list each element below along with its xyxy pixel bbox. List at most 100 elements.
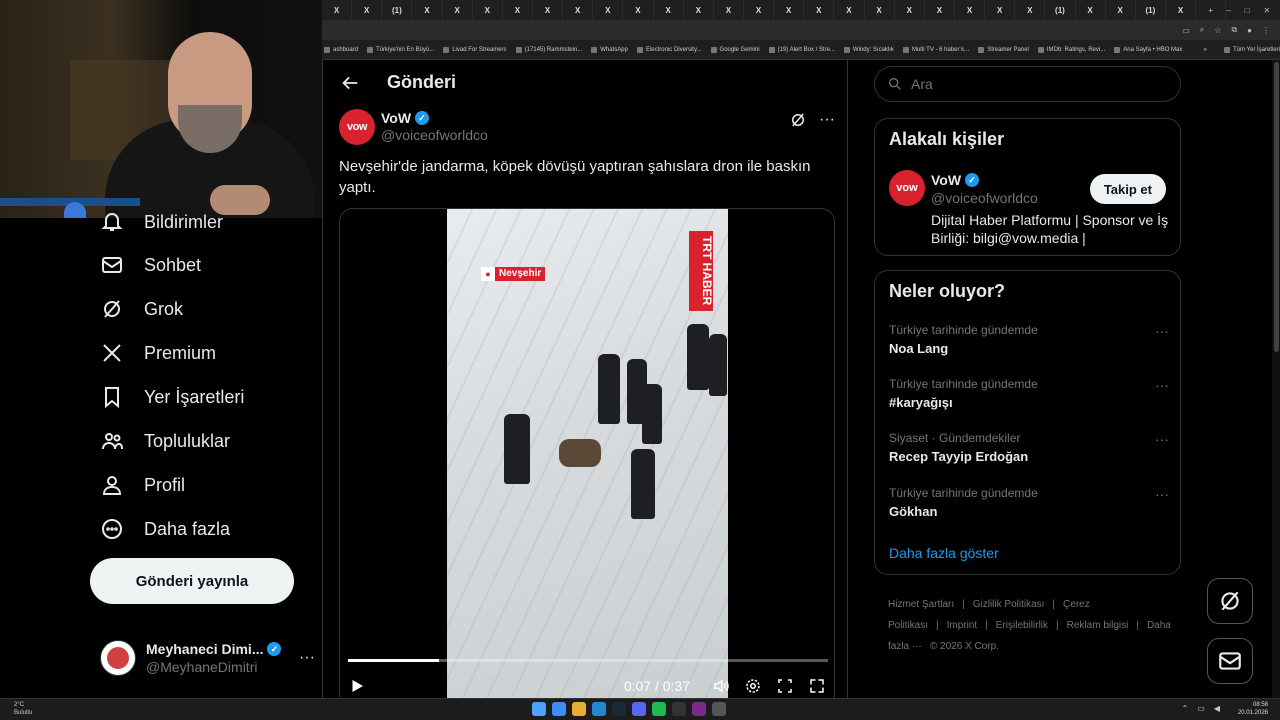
system-clock[interactable]: 08:58 20.01.2026 (1238, 701, 1268, 717)
grok-icon[interactable] (789, 111, 807, 129)
video-progress-bar[interactable] (348, 659, 828, 662)
trend-item[interactable]: Türkiye tarihinde gündemde Gökhan ··· (889, 486, 1169, 519)
search-input[interactable]: Ara (874, 66, 1181, 102)
cast-icon[interactable]: ▭ (1182, 26, 1190, 35)
messages-fab-button[interactable] (1207, 638, 1253, 684)
discord-icon[interactable] (632, 702, 646, 716)
weather-widget[interactable]: 2°C Bulutlu (14, 701, 32, 717)
avatar[interactable]: vow (889, 170, 925, 206)
obs-icon[interactable] (712, 702, 726, 716)
edge-icon[interactable] (592, 702, 606, 716)
picture-in-picture-icon[interactable] (774, 675, 796, 697)
network-icon[interactable]: ▭ (1197, 704, 1205, 713)
browser-tab[interactable]: X (1166, 0, 1197, 20)
nav-item-profile[interactable]: Profil (100, 473, 185, 497)
volume-icon[interactable] (710, 675, 732, 697)
browser-tab[interactable]: X (1076, 0, 1106, 20)
nav-item-communities[interactable]: Topluluklar (100, 429, 230, 453)
footer-link[interactable]: Erişilebilirlik (996, 620, 1048, 631)
browser-tab[interactable]: X (322, 0, 353, 20)
trend-item[interactable]: Siyaset · Gündemdekiler Recep Tayyip Erd… (889, 431, 1169, 464)
new-tab-button[interactable]: + (1196, 0, 1227, 20)
app-icon[interactable] (672, 702, 686, 716)
bookmark-item[interactable]: ashboard (324, 46, 358, 53)
browser-tab[interactable]: X (1015, 0, 1046, 20)
account-switcher[interactable]: Meyhaneci Dimi... ✓ @MeyhaneDimitri ··· (100, 638, 315, 678)
menu-icon[interactable]: ⋮ (1262, 26, 1270, 35)
browser-tab[interactable]: X (593, 0, 624, 20)
star-icon[interactable]: ☆ (1214, 26, 1221, 35)
bookmark-item[interactable]: Ana Sayfa • HBO Max (1114, 46, 1182, 53)
bookmarks-overflow[interactable]: » (1204, 47, 1215, 53)
zoom-icon[interactable]: ⌕ (1200, 25, 1204, 35)
spotify-icon[interactable] (652, 702, 666, 716)
show-more-link[interactable]: Daha fazla göster (889, 545, 999, 561)
browser-tab[interactable]: X (684, 0, 714, 20)
settings-gear-icon[interactable] (742, 675, 764, 697)
bookmark-item[interactable]: Streamer Panel (978, 46, 1029, 53)
browser-tab[interactable]: X (955, 0, 986, 20)
browser-tab[interactable]: X (412, 0, 443, 20)
steam-icon[interactable] (612, 702, 626, 716)
follow-button[interactable]: Takip et (1089, 174, 1166, 204)
nav-item-more[interactable]: Daha fazla (100, 517, 230, 541)
browser-tab[interactable]: X (352, 0, 383, 20)
page-scrollbar-thumb[interactable] (1274, 62, 1279, 352)
close-icon[interactable]: ✕ (1264, 6, 1271, 15)
streamer-app-icon[interactable] (692, 702, 706, 716)
footer-link[interactable]: Imprint (947, 620, 978, 631)
browser-tab[interactable]: (1) (1045, 0, 1076, 20)
chrome-icon[interactable] (552, 702, 566, 716)
nav-item-bookmarks[interactable]: Yer İşaretleri (100, 385, 244, 409)
bookmark-item[interactable]: Livad For Streamers (443, 46, 507, 53)
footer-link[interactable]: © 2026 X Corp. (930, 641, 999, 652)
related-name-row[interactable]: VoW ✓ (931, 172, 980, 188)
footer-link[interactable]: Hizmet Şartları (888, 599, 954, 610)
browser-tab[interactable]: X (714, 0, 744, 20)
bookmark-item[interactable]: Multi TV - 6 haber k... (902, 46, 969, 53)
browser-tab[interactable]: X (563, 0, 594, 20)
volume-icon[interactable]: ◀ (1214, 704, 1220, 713)
browser-tab[interactable]: X (623, 0, 654, 20)
browser-tab[interactable]: X (985, 0, 1016, 20)
browser-tab[interactable]: X (774, 0, 805, 20)
trend-item[interactable]: Türkiye tarihinde gündemde #karyağışı ··… (889, 377, 1169, 410)
post-media[interactable]: ● Nevşehir TRT HABER 0:07 / 0:37 (339, 208, 835, 698)
browser-tab[interactable]: X (925, 0, 955, 20)
video-frame[interactable]: ● Nevşehir TRT HABER (447, 209, 728, 698)
more-icon[interactable]: ··· (1155, 431, 1169, 447)
browser-tab[interactable]: (1) (382, 0, 413, 20)
maximize-icon[interactable]: □ (1245, 6, 1250, 15)
start-icon[interactable] (532, 702, 546, 716)
trend-item[interactable]: Türkiye tarihinde gündemde Noa Lang ··· (889, 323, 1169, 356)
profile-avatar-icon[interactable]: ● (1247, 26, 1252, 35)
grok-fab-button[interactable] (1207, 578, 1253, 624)
bookmark-item[interactable]: Google Gemini (710, 46, 760, 53)
footer-link[interactable]: Gizlilik Politikası (973, 599, 1045, 610)
bookmark-item[interactable]: Türkiye'nin En Büyü... (367, 46, 434, 53)
related-handle[interactable]: @voiceofworldco (931, 190, 1038, 206)
browser-tab[interactable]: X (744, 0, 775, 20)
avatar[interactable]: vow (339, 109, 375, 145)
bookmark-item[interactable]: Electronic Diversity... (636, 46, 702, 53)
bookmark-item[interactable]: Windy: Sıcaklık (843, 46, 894, 53)
nav-item-notifications[interactable]: Bildirimler (100, 210, 223, 234)
bookmark-all[interactable]: Tüm Yer İşaretleri (1223, 46, 1280, 53)
play-icon[interactable] (348, 677, 366, 695)
more-icon[interactable]: ··· (1155, 323, 1169, 339)
browser-tab[interactable]: X (654, 0, 684, 20)
fullscreen-icon[interactable] (806, 675, 828, 697)
footer-link[interactable]: Reklam bilgisi (1067, 620, 1129, 631)
minimize-icon[interactable]: – (1226, 6, 1230, 15)
browser-tab[interactable]: X (503, 0, 533, 20)
browser-tab[interactable]: X (804, 0, 835, 20)
author-handle[interactable]: @voiceofworldco (381, 127, 488, 143)
post-button[interactable]: Gönderi yayınla (90, 558, 294, 604)
bookmark-item[interactable]: WhatsApp (591, 46, 628, 53)
file-explorer-icon[interactable] (572, 702, 586, 716)
browser-tab[interactable]: X (473, 0, 503, 20)
author-name-row[interactable]: VoW ✓ (381, 110, 430, 126)
more-icon[interactable]: ··· (819, 111, 835, 129)
browser-tab[interactable]: X (443, 0, 473, 20)
nav-item-premium[interactable]: Premium (100, 341, 216, 365)
